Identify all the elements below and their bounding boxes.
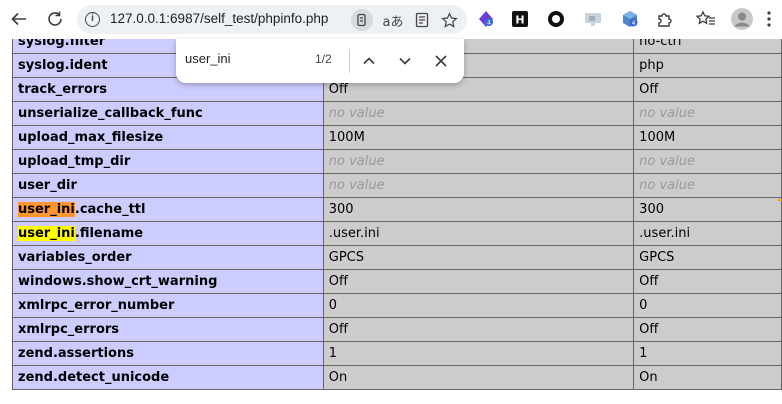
browser-toolbar: i 127.0.0.1:6987/self_test/phpinfo.php a…	[0, 0, 782, 39]
directive-name: upload_tmp_dir	[12, 149, 324, 174]
table-row: variables_order GPCS GPCS	[12, 245, 782, 270]
svg-text:H: H	[515, 14, 524, 27]
table-row: zend.assertions 1 1	[12, 341, 782, 366]
local-value: 1	[322, 341, 635, 366]
master-value: 1	[633, 341, 782, 366]
no-value-text: no value	[328, 154, 385, 169]
site-info-icon[interactable]: i	[85, 12, 100, 27]
directive-name: windows.show_crt_warning	[12, 269, 324, 294]
directive-name-rest: .filename	[74, 226, 144, 241]
directive-name: unserialize_callback_func	[12, 101, 324, 126]
table-row: upload_max_filesize 100M 100M	[12, 125, 782, 150]
find-match-count: 1/2	[315, 52, 332, 66]
no-value-text: no value	[328, 106, 385, 121]
reload-icon[interactable]	[43, 7, 67, 31]
master-value: 0	[633, 293, 782, 318]
no-value-text: no value	[639, 154, 696, 169]
master-value: 300	[633, 197, 782, 222]
find-divider	[349, 49, 350, 73]
find-close-button[interactable]	[429, 49, 453, 73]
no-value-text: no value	[639, 178, 696, 193]
extension-ring-icon[interactable]	[546, 9, 566, 29]
directive-name: variables_order	[12, 245, 324, 270]
directive-name: user_dir	[12, 173, 324, 198]
scrollbar-find-marker	[778, 199, 782, 201]
reading-mode-icon[interactable]	[411, 9, 433, 31]
favorites-icon[interactable]	[696, 9, 716, 29]
back-arrow-icon[interactable]	[7, 7, 31, 31]
no-value-text: no value	[328, 178, 385, 193]
local-value: no value	[322, 173, 635, 198]
chevron-up-icon	[363, 57, 375, 65]
extension-cube-icon[interactable]: 4	[620, 9, 640, 29]
table-row: xmlrpc_error_number 0 0	[12, 293, 782, 318]
find-bar: user_ini 1/2	[176, 39, 464, 83]
chevron-down-icon	[399, 57, 411, 65]
local-value: Off	[322, 269, 635, 294]
url-text[interactable]: 127.0.0.1:6987/self_test/phpinfo.php	[110, 11, 328, 26]
local-value: no value	[322, 101, 635, 126]
translate-icon[interactable]: aあ	[382, 9, 404, 31]
directive-name: user_ini.filename	[12, 221, 324, 246]
master-value: no value	[633, 173, 782, 198]
directive-name: xmlrpc_error_number	[12, 293, 324, 318]
master-value: 100M	[633, 125, 782, 150]
local-value: Off	[322, 317, 635, 342]
table-row: upload_tmp_dir no value no value	[12, 149, 782, 174]
php-config-table: syslog.filter no-ctrl syslog.ident php t…	[12, 39, 782, 390]
directive-name: zend.assertions	[12, 341, 324, 366]
address-bar[interactable]: i 127.0.0.1:6987/self_test/phpinfo.php a…	[77, 5, 467, 34]
local-value: 0	[322, 293, 635, 318]
profile-avatar-icon[interactable]	[731, 8, 753, 30]
local-value: 300	[322, 197, 635, 222]
extension-bug-icon[interactable]: 4	[476, 9, 496, 29]
table-row: user_dir no value no value	[12, 173, 782, 198]
shortcut-icon[interactable]	[351, 9, 373, 31]
master-value: Off	[633, 269, 782, 294]
find-previous-button[interactable]	[357, 49, 381, 73]
find-next-button[interactable]	[393, 49, 417, 73]
local-value: On	[322, 365, 635, 390]
menu-more-icon[interactable]	[762, 9, 776, 29]
table-row: unserialize_callback_func no value no va…	[12, 101, 782, 126]
master-value: no value	[633, 101, 782, 126]
svg-text:4: 4	[487, 20, 491, 27]
find-input[interactable]: user_ini	[185, 51, 231, 66]
extension-screen-icon[interactable]	[583, 9, 603, 29]
master-value: On	[633, 365, 782, 390]
local-value: 100M	[322, 125, 635, 150]
find-match: user_ini	[18, 226, 75, 241]
table-row: zend.detect_unicode On On	[12, 365, 782, 390]
local-value: GPCS	[322, 245, 635, 270]
page-content: syslog.filter no-ctrl syslog.ident php t…	[0, 39, 782, 404]
master-value: GPCS	[633, 245, 782, 270]
master-value: .user.ini	[633, 221, 782, 246]
directive-name: zend.detect_unicode	[12, 365, 324, 390]
directive-name-rest: .cache_ttl	[74, 202, 146, 217]
table-row: xmlrpc_errors Off Off	[12, 317, 782, 342]
master-value: no value	[633, 149, 782, 174]
local-value: .user.ini	[322, 221, 635, 246]
find-match-current: user_ini	[18, 202, 75, 217]
close-icon	[435, 55, 447, 67]
master-value: Off	[633, 317, 782, 342]
table-row: user_ini.cache_ttl 300 300	[12, 197, 782, 222]
svg-text:4: 4	[632, 20, 636, 27]
table-row: windows.show_crt_warning Off Off	[12, 269, 782, 294]
no-value-text: no value	[639, 106, 696, 121]
master-value: no-ctrl	[633, 39, 782, 54]
bookmark-star-icon[interactable]	[438, 9, 460, 31]
directive-name: user_ini.cache_ttl	[12, 197, 324, 222]
table-row: user_ini.filename .user.ini .user.ini	[12, 221, 782, 246]
local-value: no value	[322, 149, 635, 174]
master-value: php	[633, 53, 782, 78]
extensions-puzzle-icon[interactable]	[655, 9, 675, 29]
master-value: Off	[633, 77, 782, 102]
directive-name: upload_max_filesize	[12, 125, 324, 150]
extension-h-icon[interactable]: H	[510, 9, 530, 29]
directive-name: xmlrpc_errors	[12, 317, 324, 342]
